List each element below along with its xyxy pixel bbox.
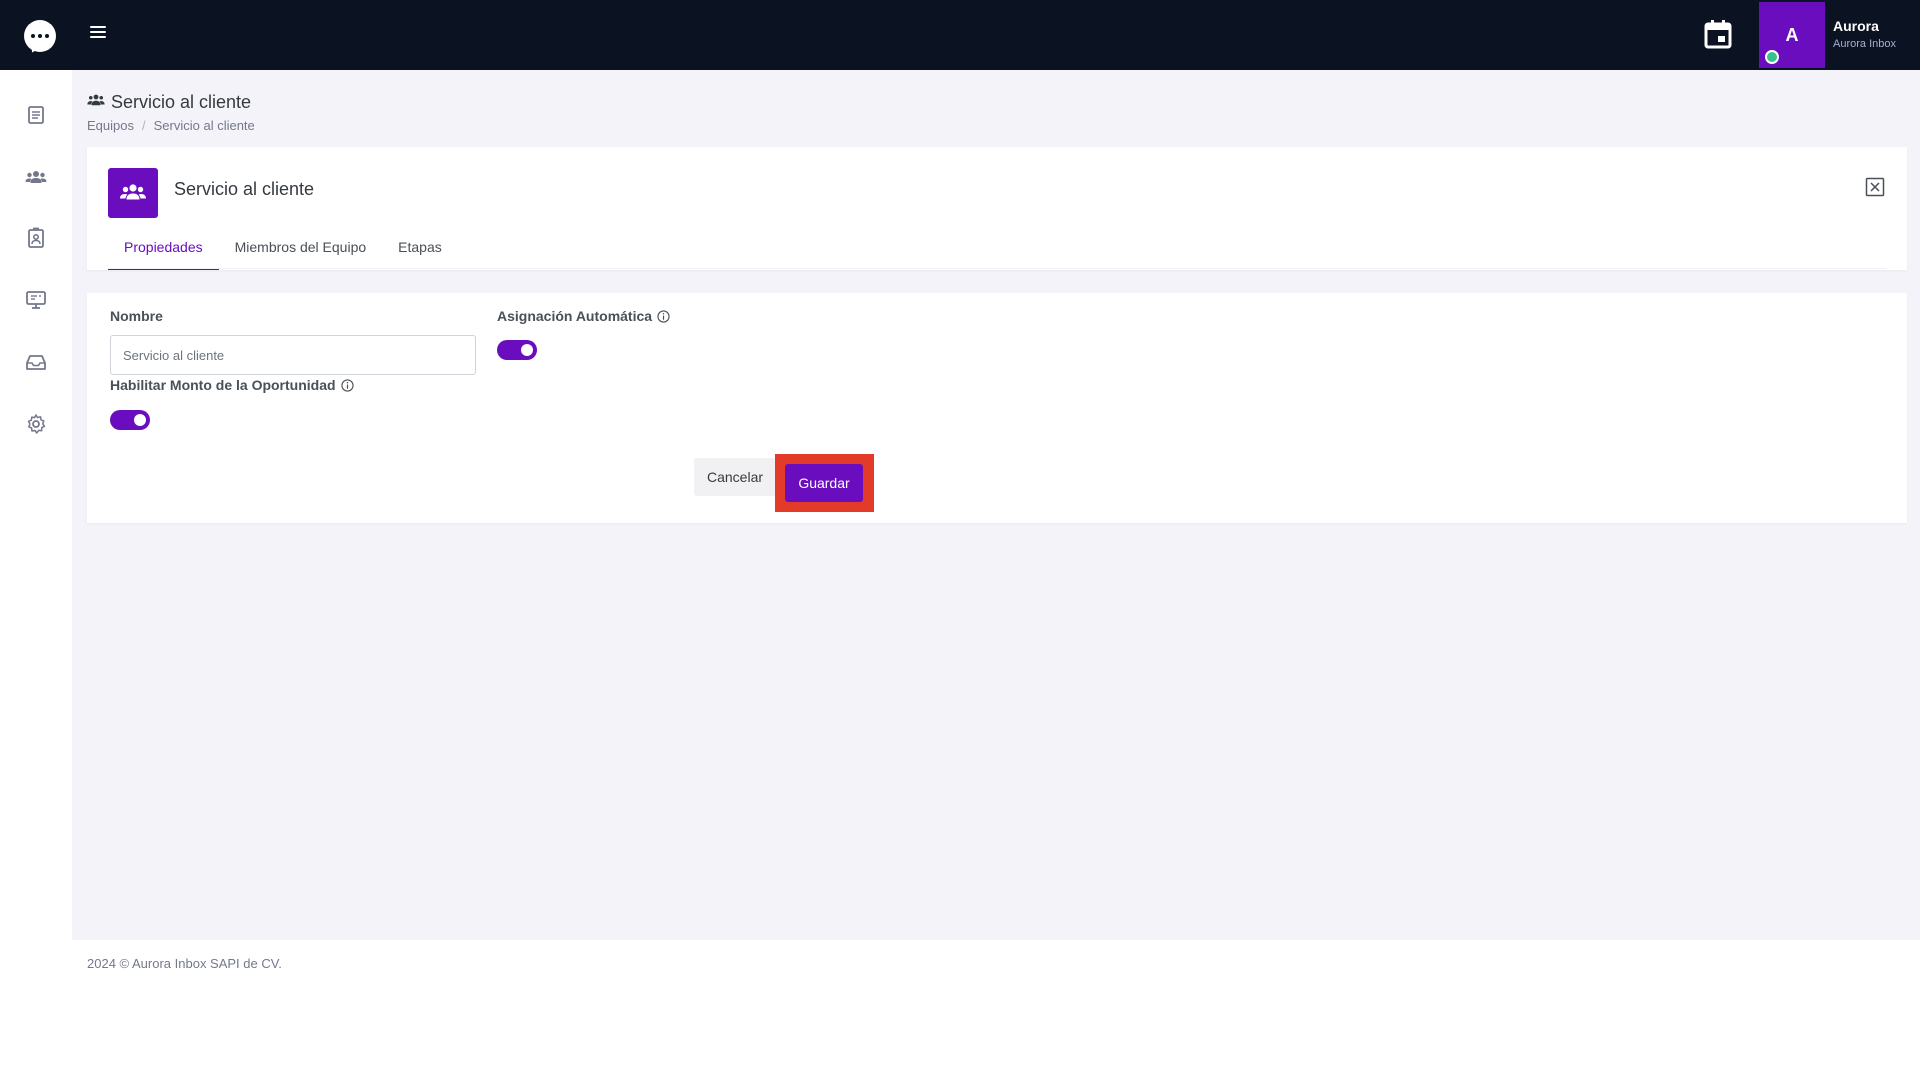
team-avatar: [108, 168, 158, 218]
info-icon[interactable]: [340, 378, 354, 392]
inbox-icon[interactable]: [24, 350, 48, 374]
breadcrumb-separator: /: [141, 118, 146, 133]
auto-assign-label: Asignación Automática: [497, 308, 670, 324]
contact-card-icon[interactable]: [24, 226, 48, 250]
user-name[interactable]: Aurora: [1833, 18, 1879, 34]
tabs-divider: [108, 268, 1886, 269]
team-title: Servicio al cliente: [174, 179, 315, 199]
toggle-knob: [134, 414, 146, 426]
page-title: Servicio al cliente: [87, 92, 251, 113]
top-navbar: A Aurora Aurora Inbox: [0, 0, 1920, 70]
name-label-text: Nombre: [110, 308, 163, 324]
users-icon[interactable]: [24, 165, 48, 189]
info-icon[interactable]: [657, 309, 670, 323]
toggle-knob: [521, 344, 533, 356]
monitor-icon[interactable]: [24, 288, 48, 312]
save-button[interactable]: Guardar: [785, 464, 863, 502]
tab-miembros-del-equipo[interactable]: Miembros del Equipo: [219, 229, 383, 270]
properties-form-card: Nombre Asignación Automática Habilitar M…: [87, 293, 1907, 523]
breadcrumb: Equipos / Servicio al cliente: [87, 118, 255, 133]
user-avatar[interactable]: A: [1759, 2, 1825, 68]
online-status-indicator: [1765, 50, 1779, 64]
auto-assign-label-text: Asignación Automática: [497, 308, 653, 324]
team-tabs: Propiedades Miembros del Equipo Etapas: [108, 229, 458, 270]
user-organization: Aurora Inbox: [1833, 38, 1896, 50]
list-icon[interactable]: [24, 103, 48, 127]
opportunity-label: Habilitar Monto de la Oportunidad: [110, 377, 354, 393]
chat-logo-icon[interactable]: [24, 20, 56, 55]
close-icon[interactable]: [1865, 177, 1885, 197]
page-title-text: Servicio al cliente: [111, 92, 252, 112]
team-header-card: Servicio al cliente Propiedades Miembros…: [87, 147, 1907, 270]
breadcrumb-item-current: Servicio al cliente: [153, 118, 255, 133]
gear-icon[interactable]: [24, 412, 48, 436]
cancel-button[interactable]: Cancelar: [694, 458, 776, 496]
users-icon: [120, 184, 146, 200]
opportunity-amount-toggle[interactable]: [110, 410, 150, 430]
opportunity-label-text: Habilitar Monto de la Oportunidad: [110, 377, 336, 393]
footer-copyright: 2024 © Aurora Inbox SAPI de CV.: [87, 956, 282, 971]
tab-propiedades[interactable]: Propiedades: [108, 229, 219, 270]
users-icon: [87, 92, 105, 113]
breadcrumb-item-equipos[interactable]: Equipos: [87, 118, 134, 133]
auto-assign-toggle[interactable]: [497, 340, 537, 360]
name-label: Nombre: [110, 308, 163, 324]
tab-etapas[interactable]: Etapas: [382, 229, 458, 270]
sidebar: [0, 70, 72, 940]
calendar-icon[interactable]: [1703, 18, 1733, 50]
menu-toggle-icon[interactable]: [90, 26, 106, 40]
team-name-input[interactable]: [110, 335, 476, 375]
